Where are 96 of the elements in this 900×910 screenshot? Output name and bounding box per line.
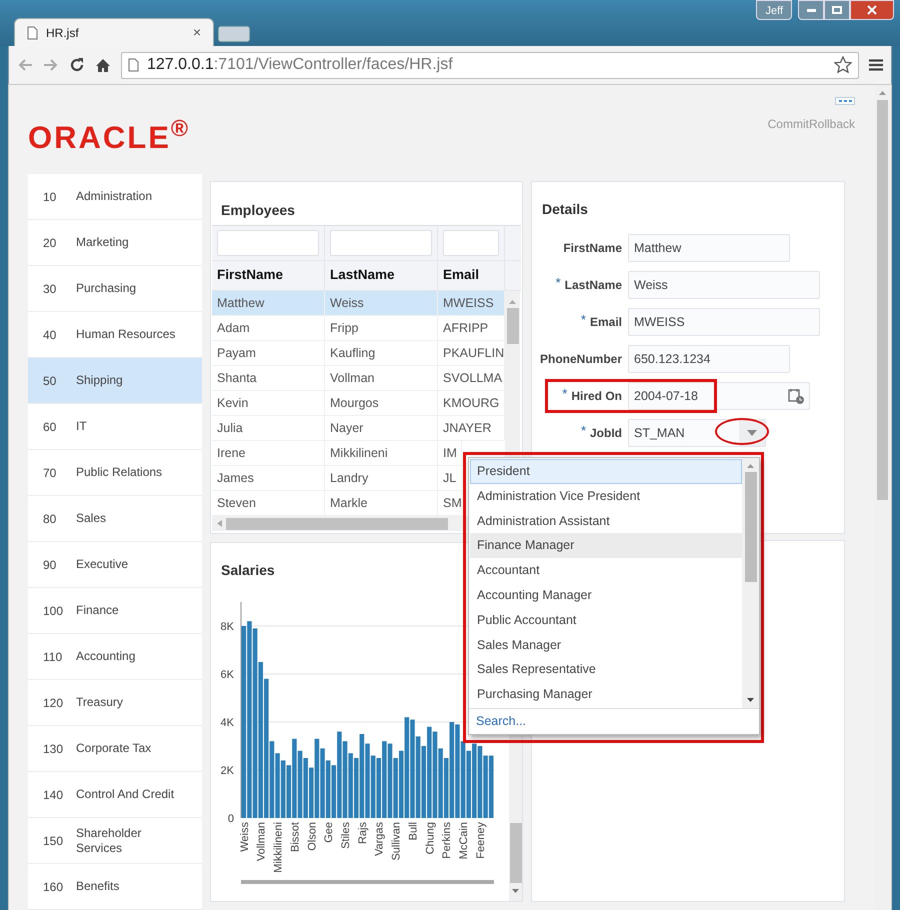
panel-title: Salaries [221, 562, 275, 578]
field-label: Hired On [571, 388, 622, 405]
department-number: 100 [43, 602, 64, 620]
department-name: IT [76, 419, 88, 434]
table-cell-text: Shanta [217, 370, 257, 387]
field-label: JobId [590, 425, 622, 442]
department-number: 50 [43, 372, 58, 390]
table-cell-text: Mikkilineni [330, 444, 388, 462]
field-label: Email [590, 314, 622, 331]
axis-label: Gee [323, 822, 336, 843]
axis-label: 0 [228, 813, 234, 825]
field-label: PhoneNumber [540, 351, 622, 368]
required-mark: * [562, 387, 568, 401]
oracle-logo: ORACLE$^{®}$ [28, 122, 190, 153]
table-cell-text: Kaufling [330, 344, 376, 362]
department-number: 150 [43, 832, 64, 850]
department-name: Shareholder Services [76, 826, 142, 856]
axis-label: Bissot [289, 822, 302, 852]
table-cell-text: MWEISS [443, 294, 494, 312]
table-cell-text: Weiss [330, 294, 364, 312]
axis-label: Vargas [374, 822, 386, 856]
department-name: Finance [76, 603, 120, 618]
department-name: Control And Credit [76, 787, 176, 802]
axis-label: Perkins [441, 822, 454, 859]
department-number: 20 [43, 234, 58, 252]
table-cell-text: Landry [330, 470, 368, 487]
axis-label: Olson [306, 822, 318, 851]
department-name: Accounting [76, 649, 136, 664]
department-name: Human Resources [76, 327, 176, 342]
url-path: :7101/ViewController/faces/HR.jsf [214, 56, 453, 73]
department-name: Marketing [76, 235, 130, 250]
table-cell-text: Adam [217, 320, 250, 337]
required-mark: * [556, 276, 561, 290]
axis-label: McCain [458, 822, 470, 860]
table-cell-text: Payam [217, 344, 256, 362]
required-mark: * [580, 313, 586, 327]
axis-label: Mikkilineni [272, 822, 285, 873]
department-number: 160 [43, 878, 64, 896]
department-number: 30 [43, 280, 58, 298]
table-cell-text: IM [443, 444, 457, 462]
department-number: 70 [43, 464, 58, 482]
department-name: Benefits [76, 879, 120, 894]
table-cell-text: Kevin [217, 394, 248, 412]
table-cell-text: JNAYER [443, 420, 492, 437]
field-label: LastName [564, 277, 622, 294]
department-number: 80 [43, 510, 58, 528]
table-cell-text: Markle [330, 494, 368, 512]
table-cell-text: Irene [217, 444, 246, 462]
table-cell-text: JL [443, 470, 456, 487]
table-cell-text: SM [443, 494, 461, 512]
department-number: 140 [43, 786, 64, 804]
department-name: Sales [76, 511, 108, 526]
table-cell-text: Nayer [330, 420, 364, 437]
axis-label: Rajs [356, 822, 369, 844]
axis-label: Feeney [474, 822, 487, 859]
table-cell-text: Mourgos [330, 394, 379, 412]
panel-title: Employees [220, 201, 296, 220]
table-cell-text: Vollman [330, 370, 374, 387]
table-cell-text: James [217, 470, 254, 487]
axis-label: Sullivan [390, 822, 403, 861]
department-name: Shipping [76, 373, 124, 388]
axis-label: Chung [424, 822, 436, 854]
department-number: 10 [43, 188, 58, 206]
axis-label: 4K [220, 717, 234, 729]
department-name: Executive [76, 557, 130, 572]
axis-label: 2K [220, 765, 234, 777]
department-number: 120 [43, 694, 64, 712]
url-host: 127.0.0.1 [147, 56, 214, 73]
axis-label: 6K [220, 669, 234, 681]
field-label: FirstName [563, 240, 622, 257]
table-cell-text: Fripp [330, 320, 358, 337]
table-cell-text: Julia [217, 420, 243, 437]
table-cell-text: Matthew [217, 294, 264, 312]
department-name: Public Relations [76, 465, 164, 480]
department-number: 110 [43, 648, 64, 666]
department-number: 40 [43, 326, 58, 344]
department-name: Purchasing [76, 281, 138, 296]
required-mark: * [580, 424, 586, 438]
table-cell-text: PKAUFLIN [443, 344, 504, 362]
department-name: Treasury [76, 695, 124, 710]
axis-label: Vollman [256, 822, 268, 862]
department-name: Corporate Tax [76, 741, 152, 756]
tab-title: HR.jsf [46, 24, 80, 42]
axis-label: Bull [407, 822, 420, 840]
axis-label: 8K [220, 621, 234, 633]
table-cell-text: Steven [217, 494, 256, 512]
table-cell-text: KMOURG [443, 394, 500, 412]
department-number: 90 [43, 556, 58, 574]
department-number: 130 [43, 740, 64, 758]
table-cell-text: AFRIPP [443, 320, 488, 337]
table-cell-text: SVOLLMA [443, 370, 502, 387]
axis-label: Stiles [340, 822, 352, 849]
department-number: 60 [43, 418, 58, 436]
axis-label: Weiss [238, 822, 251, 852]
panel-title: Details [541, 200, 589, 219]
department-name: Administration [76, 189, 154, 204]
